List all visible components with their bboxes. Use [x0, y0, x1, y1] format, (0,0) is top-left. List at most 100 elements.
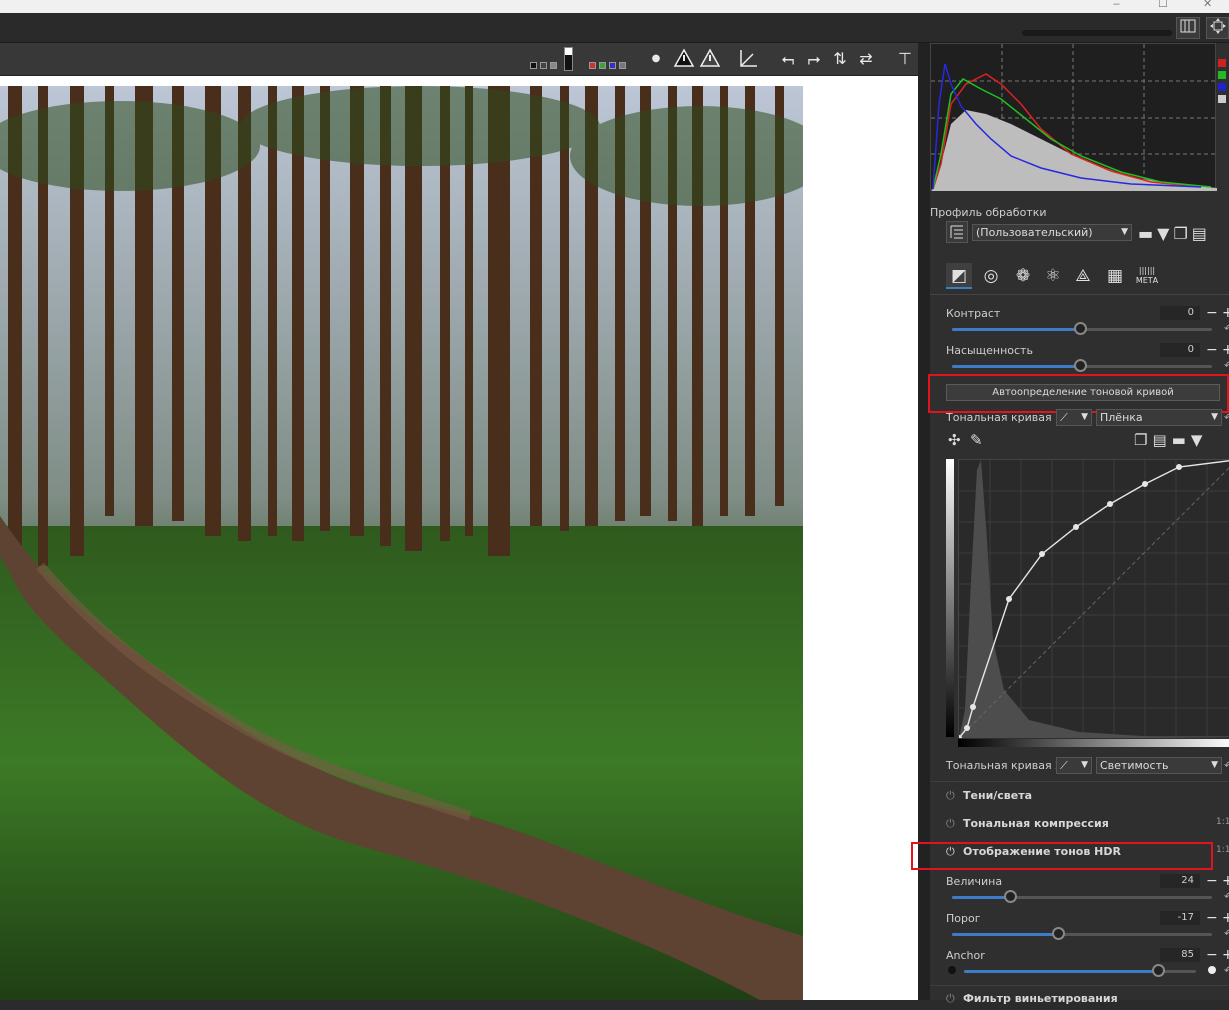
- paste-icon[interactable]: ▤: [1152, 431, 1171, 449]
- curve-type-select[interactable]: ⟋ ▼: [1056, 409, 1092, 426]
- tone-curve-editor[interactable]: [956, 459, 1229, 741]
- bg-dark-swatch[interactable]: [540, 62, 547, 69]
- plus-icon[interactable]: +: [1222, 948, 1229, 962]
- columns-icon: [1180, 19, 1196, 33]
- tone-curve-2-mode-select[interactable]: Светимость ▼: [1096, 757, 1222, 774]
- anchor-slider-knob[interactable]: [1152, 964, 1165, 977]
- plus-icon[interactable]: +: [1222, 306, 1229, 320]
- one-to-one-badge: 1:1: [1216, 845, 1229, 855]
- reset-icon[interactable]: ↶: [1224, 322, 1229, 335]
- histogram[interactable]: [930, 43, 1217, 191]
- contrast-slider-fill: [952, 328, 1082, 331]
- anchor-value[interactable]: 85: [1160, 948, 1200, 962]
- reset-icon[interactable]: ↶: [1224, 964, 1229, 977]
- shadow-clipping-icon[interactable]: [672, 48, 696, 70]
- power-icon[interactable]: ⏻: [946, 992, 955, 1006]
- plus-icon[interactable]: +: [1222, 343, 1229, 357]
- amount-slider-knob[interactable]: [1004, 890, 1017, 903]
- profile-list-button[interactable]: [946, 221, 968, 243]
- exposure-tab-icon[interactable]: ◩: [946, 263, 972, 289]
- threshold-slider[interactable]: [952, 933, 1212, 936]
- open-folder-icon[interactable]: ▬: [1138, 224, 1157, 243]
- annotation-highlight-box: [928, 374, 1229, 413]
- contrast-slider-knob[interactable]: [1074, 322, 1087, 335]
- reset-icon[interactable]: ↶: [1224, 890, 1229, 903]
- open-folder-icon[interactable]: ▬: [1172, 431, 1191, 449]
- tool-panel: Профиль обработки (Пользовательский) ▼ ▬…: [911, 43, 1229, 1005]
- threshold-slider-knob[interactable]: [1052, 927, 1065, 940]
- reset-icon[interactable]: ↶: [1224, 359, 1229, 372]
- saturation-value[interactable]: 0: [1160, 343, 1200, 357]
- anchor-slider-fill: [964, 970, 1161, 973]
- minimize-icon[interactable]: ‒: [1113, 0, 1120, 10]
- amount-label: Величина: [946, 875, 1003, 888]
- focus-mask-icon[interactable]: ●: [648, 48, 664, 70]
- close-icon[interactable]: ✕: [1203, 0, 1212, 10]
- amount-value[interactable]: 24: [1160, 874, 1200, 888]
- plus-icon[interactable]: +: [1222, 911, 1229, 925]
- minus-icon[interactable]: −: [1206, 948, 1218, 962]
- copy-icon[interactable]: ❐: [1173, 224, 1191, 243]
- flip-horizontal-icon[interactable]: ⇅: [830, 48, 850, 70]
- save-icon[interactable]: ▼: [1191, 431, 1208, 449]
- luminance-toggle-icon[interactable]: [1218, 95, 1226, 103]
- picker-icon[interactable]: ✎: [970, 431, 983, 449]
- raw-tab-icon[interactable]: ▦: [1102, 263, 1128, 289]
- green-channel-swatch[interactable]: [599, 62, 606, 69]
- maximize-icon[interactable]: ☐: [1158, 0, 1168, 10]
- divider: [930, 781, 1229, 782]
- luminance-channel-swatch[interactable]: [619, 62, 626, 69]
- green-toggle-icon[interactable]: [1218, 71, 1226, 79]
- chevron-down-icon: ▼: [1121, 227, 1128, 237]
- amount-slider[interactable]: [952, 896, 1212, 899]
- reset-icon[interactable]: ↶: [1224, 411, 1229, 424]
- plus-icon[interactable]: +: [1222, 874, 1229, 888]
- top-bar: [0, 13, 1229, 43]
- flip-vertical-icon[interactable]: ⇄: [856, 48, 876, 70]
- pin-icon[interactable]: ⊤: [895, 48, 915, 70]
- minus-icon[interactable]: −: [1206, 343, 1218, 357]
- bg-gray-swatch[interactable]: [550, 62, 557, 69]
- image-viewport[interactable]: [0, 76, 918, 1000]
- profile-select[interactable]: (Пользовательский) ▼: [972, 224, 1132, 241]
- saturation-slider-knob[interactable]: [1074, 359, 1087, 372]
- contrast-value[interactable]: 0: [1160, 306, 1200, 320]
- meta-tab-icon[interactable]: |||||| МЕТА: [1134, 263, 1160, 289]
- power-icon[interactable]: ⏻: [946, 789, 955, 803]
- preview-image: [0, 86, 803, 1000]
- saturation-slider-fill: [952, 365, 1082, 368]
- color-tab-icon[interactable]: ❁: [1010, 263, 1036, 289]
- tone-curve-1-mode-select[interactable]: Плёнка ▼: [1096, 409, 1222, 426]
- straighten-icon[interactable]: [736, 48, 760, 70]
- anchor-label: Anchor: [946, 949, 985, 962]
- top-progress-slider[interactable]: [1022, 30, 1172, 36]
- red-channel-swatch[interactable]: [589, 62, 596, 69]
- copy-icon[interactable]: ❐: [1134, 431, 1152, 449]
- reset-icon[interactable]: ↶: [1224, 759, 1229, 772]
- blue-channel-swatch[interactable]: [609, 62, 616, 69]
- advanced-tab-icon[interactable]: ⚛: [1040, 263, 1066, 289]
- rotate-right-icon[interactable]: ⮣: [804, 48, 824, 70]
- minus-icon[interactable]: −: [1206, 874, 1218, 888]
- navigation-button[interactable]: [1206, 17, 1229, 39]
- panels-toggle-button[interactable]: [1176, 17, 1200, 39]
- rotate-left-icon[interactable]: ⮢: [778, 48, 798, 70]
- meta-tab-label: МЕТА: [1135, 276, 1159, 285]
- paste-icon[interactable]: ▤: [1192, 224, 1211, 243]
- detail-tab-icon[interactable]: ◎: [978, 263, 1004, 289]
- curve-type-select[interactable]: ⟋ ▼: [1056, 757, 1092, 774]
- minus-icon[interactable]: −: [1206, 306, 1218, 320]
- threshold-value[interactable]: -17: [1160, 911, 1200, 925]
- highlight-clipping-icon[interactable]: [698, 48, 722, 70]
- divider: [930, 985, 1229, 986]
- transform-tab-icon[interactable]: ⟁: [1070, 263, 1096, 289]
- tone-compression-section[interactable]: ⏻ Тональная компрессия 1:1: [946, 817, 1229, 835]
- minus-icon[interactable]: −: [1206, 911, 1218, 925]
- power-icon[interactable]: ⏻: [946, 817, 955, 831]
- bg-black-swatch[interactable]: [530, 62, 537, 69]
- curve-edit-point-icon[interactable]: ✣: [948, 431, 961, 449]
- blue-toggle-icon[interactable]: [1218, 83, 1226, 91]
- save-icon[interactable]: ▼: [1157, 224, 1173, 243]
- red-toggle-icon[interactable]: [1218, 59, 1226, 67]
- reset-icon[interactable]: ↶: [1224, 927, 1229, 940]
